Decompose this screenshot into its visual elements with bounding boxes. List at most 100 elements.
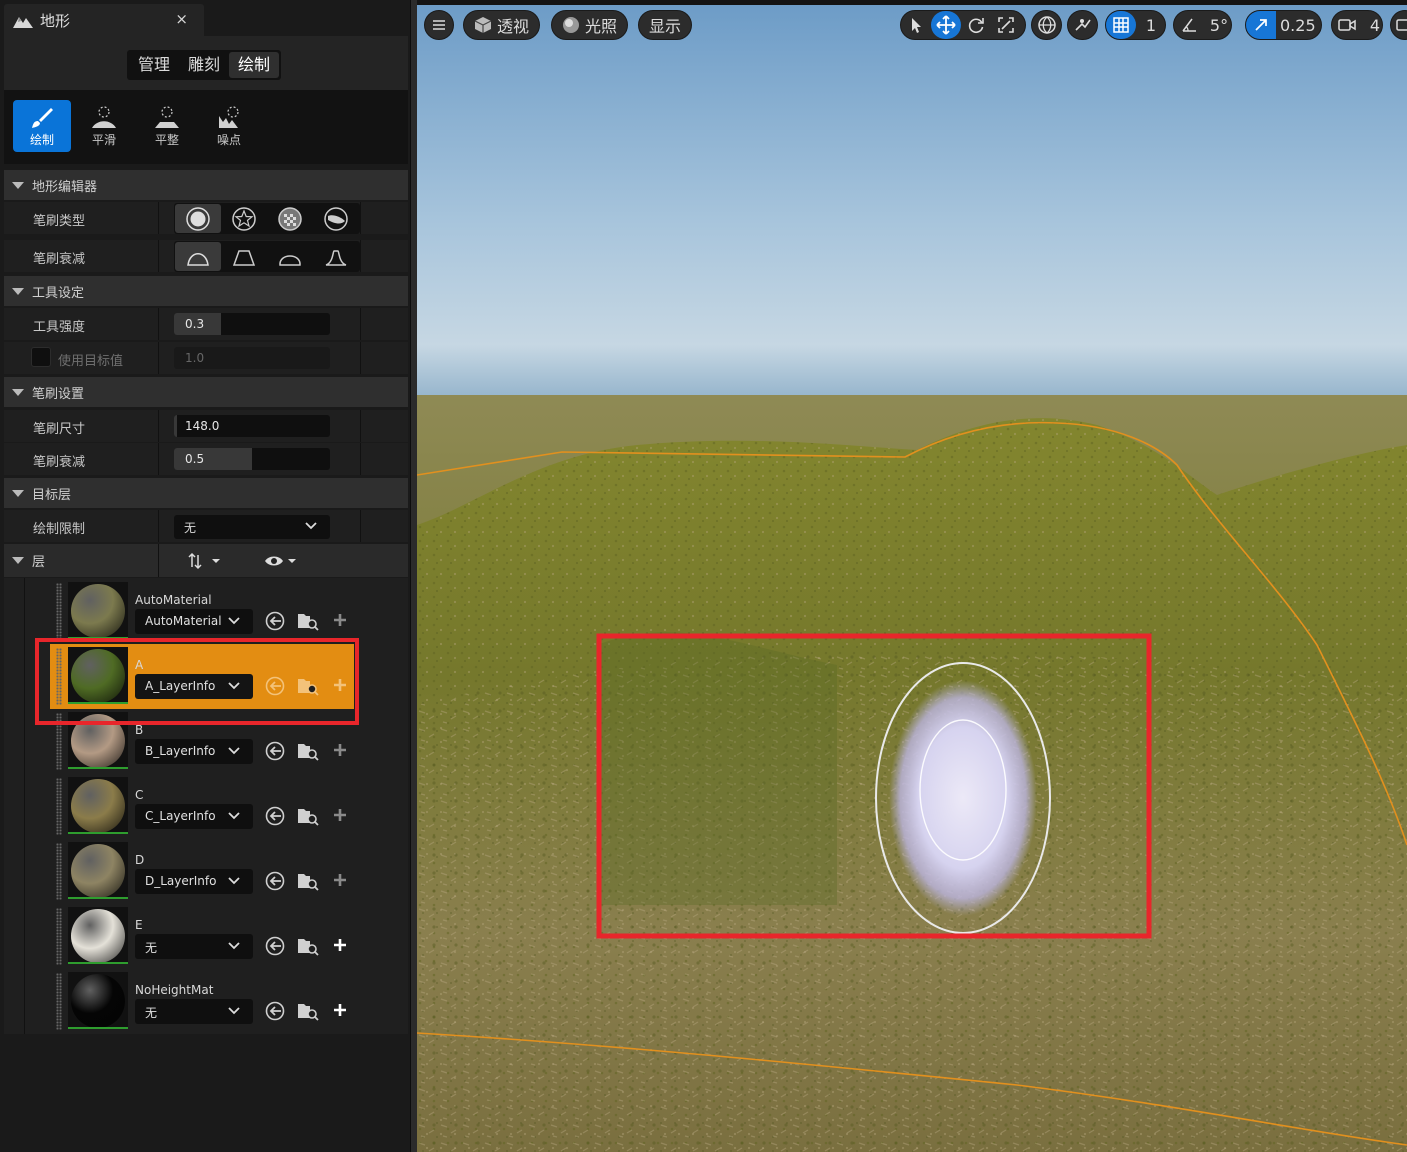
scale-snap-toggle[interactable] xyxy=(1246,11,1276,39)
layer-row[interactable]: NoHeightMat 无 xyxy=(4,969,408,1034)
drag-handle-icon[interactable] xyxy=(56,973,62,1030)
section-layers[interactable]: 层 xyxy=(4,544,408,577)
add-layer-icon[interactable] xyxy=(332,807,348,823)
angle-snap-toggle[interactable] xyxy=(1174,11,1204,39)
camera-speed-button[interactable] xyxy=(1332,11,1362,39)
brush-circle-button[interactable] xyxy=(175,204,221,233)
chevron-down-icon xyxy=(228,1007,240,1015)
visibility-icon[interactable] xyxy=(264,553,304,569)
landscape-tab[interactable]: 地形 × xyxy=(4,4,204,36)
layer-row[interactable]: D D_LayerInfo xyxy=(4,839,408,904)
lighting-button[interactable]: 光照 xyxy=(551,10,629,40)
browse-asset-icon[interactable] xyxy=(296,805,320,827)
drag-handle-icon[interactable] xyxy=(56,908,62,965)
layer-info-dropdown[interactable]: 无 xyxy=(135,999,253,1024)
layer-info-dropdown[interactable]: 无 xyxy=(135,934,253,959)
layer-name: AutoMaterial xyxy=(135,593,212,607)
paint-limit-dropdown[interactable]: 无 xyxy=(174,515,330,539)
sort-icon[interactable] xyxy=(188,552,228,570)
add-layer-icon[interactable] xyxy=(332,742,348,758)
paint-limit-value: 无 xyxy=(184,521,197,535)
angle-snap-group: 5° xyxy=(1173,10,1232,40)
use-selected-asset-icon[interactable] xyxy=(264,870,286,892)
browse-asset-icon[interactable] xyxy=(296,870,320,892)
brush-type-label: 笔刷类型 xyxy=(33,214,86,229)
falloff-type-group xyxy=(174,241,360,272)
browse-asset-icon[interactable] xyxy=(296,610,320,632)
tool-label: 绘制 xyxy=(29,133,54,147)
scale-snap-value[interactable]: 0.25 xyxy=(1276,11,1320,39)
tool-strength-field[interactable]: 0.3 xyxy=(174,313,330,335)
section-brush-settings[interactable]: 笔刷设置 xyxy=(4,377,408,407)
hamburger-icon xyxy=(433,20,445,30)
surface-snap-button[interactable] xyxy=(1067,10,1098,40)
layer-name: D xyxy=(135,853,145,867)
mode-manage[interactable]: 管理 xyxy=(129,52,179,78)
rotate-tool-button[interactable] xyxy=(961,11,991,39)
layer-info-dropdown[interactable]: B_LayerInfo xyxy=(135,739,253,764)
use-selected-asset-icon[interactable] xyxy=(264,935,286,957)
brush-falloff-field[interactable]: 0.5 xyxy=(174,448,330,470)
close-icon[interactable]: × xyxy=(175,10,188,28)
use-selected-asset-icon[interactable] xyxy=(264,1000,286,1022)
browse-asset-icon[interactable] xyxy=(296,740,320,762)
add-layer-icon[interactable] xyxy=(332,937,348,953)
grid-snap-value[interactable]: 1 xyxy=(1136,11,1166,39)
add-layer-icon[interactable] xyxy=(332,612,348,628)
grid-snap-toggle[interactable] xyxy=(1106,11,1136,39)
lighting-label: 光照 xyxy=(585,17,618,36)
falloff-linear-button[interactable] xyxy=(221,242,267,271)
layer-info-dropdown[interactable]: C_LayerInfo xyxy=(135,804,253,829)
brush-size-field[interactable]: 148.0 xyxy=(174,415,330,437)
move-tool-button[interactable] xyxy=(931,11,961,39)
browse-asset-icon[interactable] xyxy=(296,1000,320,1022)
drag-handle-icon[interactable] xyxy=(56,778,62,835)
tool-noise[interactable]: 噪点 xyxy=(200,100,258,152)
brush-component-button[interactable] xyxy=(313,204,359,233)
section-title: 目标层 xyxy=(32,487,72,503)
level-viewport[interactable] xyxy=(417,5,1407,1152)
angle-snap-value[interactable]: 5° xyxy=(1204,11,1234,39)
layer-info-dropdown[interactable]: AutoMaterial xyxy=(135,609,253,634)
brush-falloff-label: 笔刷衰减 xyxy=(33,455,86,470)
mode-switcher: 管理 雕刻 绘制 xyxy=(127,50,282,80)
drag-handle-icon[interactable] xyxy=(56,843,62,900)
panel-splitter[interactable] xyxy=(410,0,417,1152)
mode-paint[interactable]: 绘制 xyxy=(229,52,280,78)
noise-icon xyxy=(219,106,239,128)
drag-handle-icon[interactable] xyxy=(56,583,62,640)
tool-paint[interactable]: 绘制 xyxy=(13,100,71,152)
browse-asset-icon[interactable] xyxy=(296,935,320,957)
section-target-layers[interactable]: 目标层 xyxy=(4,478,408,508)
tool-flatten[interactable]: 平整 xyxy=(138,100,196,152)
use-selected-asset-icon[interactable] xyxy=(264,740,286,762)
viewport-menu-button[interactable] xyxy=(424,10,454,40)
layer-row[interactable]: C C_LayerInfo xyxy=(4,774,408,839)
falloff-tip-button[interactable] xyxy=(313,242,359,271)
layer-row[interactable]: E无 xyxy=(4,904,408,969)
scale-snap-icon xyxy=(1255,19,1267,31)
section-landscape-editor[interactable]: 地形编辑器 xyxy=(4,170,408,200)
add-layer-icon[interactable] xyxy=(332,1002,348,1018)
falloff-spherical-button[interactable] xyxy=(267,242,313,271)
add-layer-icon[interactable] xyxy=(332,872,348,888)
layout-icon xyxy=(1396,19,1407,31)
use-selected-asset-icon[interactable] xyxy=(264,610,286,632)
tool-smooth[interactable]: 平滑 xyxy=(75,100,133,152)
use-selected-asset-icon[interactable] xyxy=(264,805,286,827)
select-tool-button[interactable] xyxy=(901,11,931,39)
perspective-button[interactable]: 透视 xyxy=(463,10,541,40)
layer-row[interactable]: AutoMaterial AutoMaterial xyxy=(4,579,408,644)
world-space-button[interactable] xyxy=(1031,10,1062,40)
layer-info-dropdown[interactable]: D_LayerInfo xyxy=(135,869,253,894)
use-target-checkbox[interactable] xyxy=(31,347,51,367)
show-button[interactable]: 显示 xyxy=(638,10,693,40)
falloff-smooth-button[interactable] xyxy=(175,242,221,271)
brush-pattern-button[interactable] xyxy=(267,204,313,233)
camera-speed-value[interactable]: 4 xyxy=(1362,11,1392,39)
mode-sculpt[interactable]: 雕刻 xyxy=(179,52,229,78)
section-tool-settings[interactable]: 工具设定 xyxy=(4,276,408,306)
brush-alpha-button[interactable] xyxy=(221,204,267,233)
scale-tool-button[interactable] xyxy=(991,11,1021,39)
brush-type-row: 笔刷类型 xyxy=(4,202,408,234)
